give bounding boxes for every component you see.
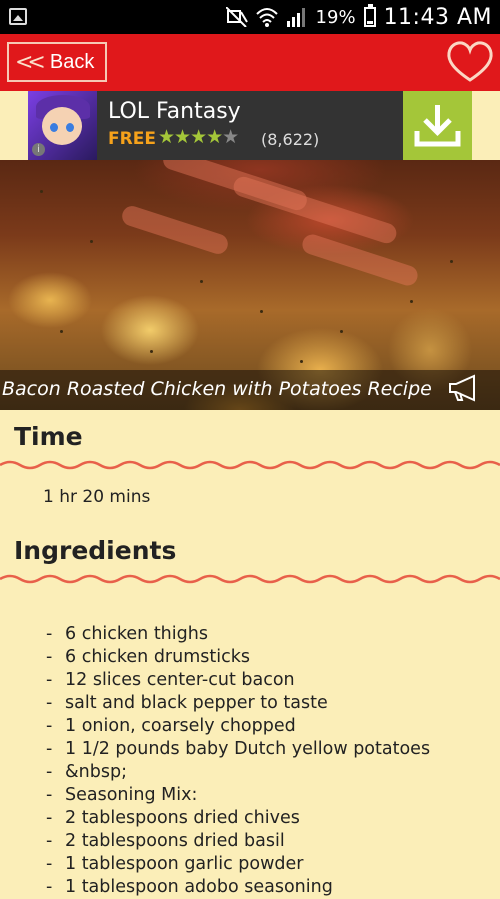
ingredient-list: -6 chicken thighs -6 chicken drumsticks …: [46, 623, 486, 899]
battery-percent: 19%: [315, 6, 356, 28]
back-button[interactable]: << Back: [7, 42, 107, 82]
ad-app-icon: i: [28, 91, 97, 160]
ingredient-text: 1 tablespoon garlic powder: [65, 854, 304, 874]
time-value: 1 hr 20 mins: [43, 487, 151, 507]
ingredient-text: 12 slices center-cut bacon: [65, 670, 295, 690]
time-heading: Time: [14, 422, 83, 451]
list-item: -1 1/2 pounds baby Dutch yellow potatoes: [46, 739, 431, 759]
heart-icon[interactable]: [446, 40, 494, 84]
list-item: - Seasoning Mix:: [46, 785, 198, 805]
status-icons: 19% 11:43 AM: [225, 0, 492, 34]
list-item: -2 tablespoons dried chives: [46, 808, 300, 828]
ingredient-text: 6 chicken thighs: [65, 624, 208, 644]
list-item: - &nbsp;: [46, 762, 127, 782]
back-button-label: Back: [49, 50, 95, 73]
ingredients-heading: Ingredients: [14, 536, 177, 565]
wifi-icon: [255, 8, 278, 27]
ingredient-text: 1 1/2 pounds baby Dutch yellow potatoes: [65, 739, 431, 759]
ad-download-button[interactable]: [403, 91, 472, 160]
clock: 11:43 AM: [383, 4, 492, 30]
ad-rating-stars: ★★★★★: [158, 126, 239, 148]
download-icon: [414, 105, 461, 147]
ingredient-text: Seasoning Mix:: [65, 785, 198, 805]
ingredient-text: 1 tablespoon adobo seasoning: [65, 877, 333, 897]
ad-price: FREE: [108, 129, 156, 149]
section-divider: [0, 574, 500, 584]
recipe-title: Bacon Roasted Chicken with Potatoes Reci…: [2, 378, 432, 400]
list-item: -2 tablespoons dried basil: [46, 831, 285, 851]
ad-banner[interactable]: i LOL Fantasy FREE ★★★★★ (8,622): [28, 91, 472, 160]
status-bar: 19% 11:43 AM: [0, 0, 500, 34]
list-item: -6 chicken thighs: [46, 624, 208, 644]
signal-icon: [286, 8, 305, 27]
chevron-double-left-icon: <<: [15, 49, 46, 75]
list-item: -1 tablespoon garlic powder: [46, 854, 304, 874]
list-item: -6 chicken drumsticks: [46, 647, 250, 667]
ingredient-text: 2 tablespoons dried basil: [65, 831, 285, 851]
section-divider: [0, 460, 500, 470]
ad-rating-count: (8,622): [261, 130, 320, 149]
ad-title: LOL Fantasy: [108, 99, 241, 124]
ingredient-text: &nbsp;: [65, 762, 127, 782]
battery-icon: [363, 4, 376, 27]
app-bar: << Back: [0, 34, 500, 91]
ingredient-text: 2 tablespoons dried chives: [65, 808, 300, 828]
image-icon: [9, 8, 27, 25]
list-item: -1 onion, coarsely chopped: [46, 716, 296, 736]
ingredient-text: 6 chicken drumsticks: [65, 647, 250, 667]
list-item: -1 tablespoon adobo seasoning: [46, 877, 333, 897]
list-item: - salt and black pepper to taste: [46, 693, 328, 713]
recipe-title-overlay: Bacon Roasted Chicken with Potatoes Reci…: [0, 370, 500, 410]
mute-icon: [225, 7, 248, 27]
list-item: -12 slices center-cut bacon: [46, 670, 295, 690]
info-icon[interactable]: i: [32, 143, 45, 156]
ingredient-text: 1 onion, coarsely chopped: [65, 716, 296, 736]
megaphone-icon[interactable]: [448, 374, 482, 402]
ingredient-text: salt and black pepper to taste: [65, 693, 328, 713]
